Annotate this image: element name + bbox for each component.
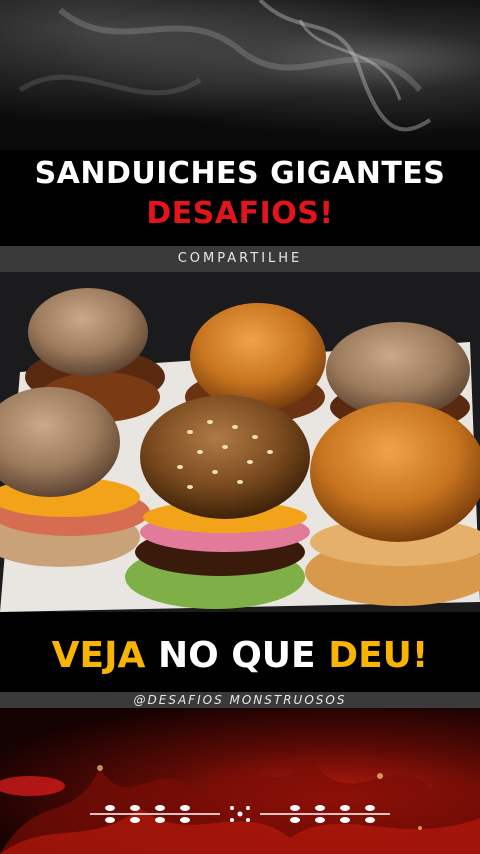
page-title: SANDUICHES GIGANTES bbox=[34, 156, 446, 191]
fire-background bbox=[0, 708, 480, 854]
smoke-swirl-graphic bbox=[18, 0, 432, 132]
burgers-photo bbox=[0, 272, 480, 612]
flames-graphic bbox=[0, 758, 480, 854]
account-handle[interactable]: @DESAFIOS MONSTRUOSOS bbox=[0, 692, 480, 708]
share-button[interactable]: COMPARTILHE bbox=[0, 246, 480, 272]
laurel-divider-icon bbox=[90, 805, 390, 823]
cta-word-deu: DEU! bbox=[328, 635, 429, 676]
smoke-background bbox=[0, 0, 480, 150]
cta-word-veja: VEJA bbox=[51, 635, 146, 676]
cta-word-no-que: NO QUE bbox=[157, 635, 316, 676]
cta-banner: VEJA NO QUE DEU! bbox=[0, 620, 480, 692]
burgers-illustration bbox=[0, 288, 480, 612]
page-subtitle: DESAFIOS! bbox=[146, 196, 334, 231]
title-block: SANDUICHES GIGANTES DESAFIOS! bbox=[0, 150, 480, 246]
